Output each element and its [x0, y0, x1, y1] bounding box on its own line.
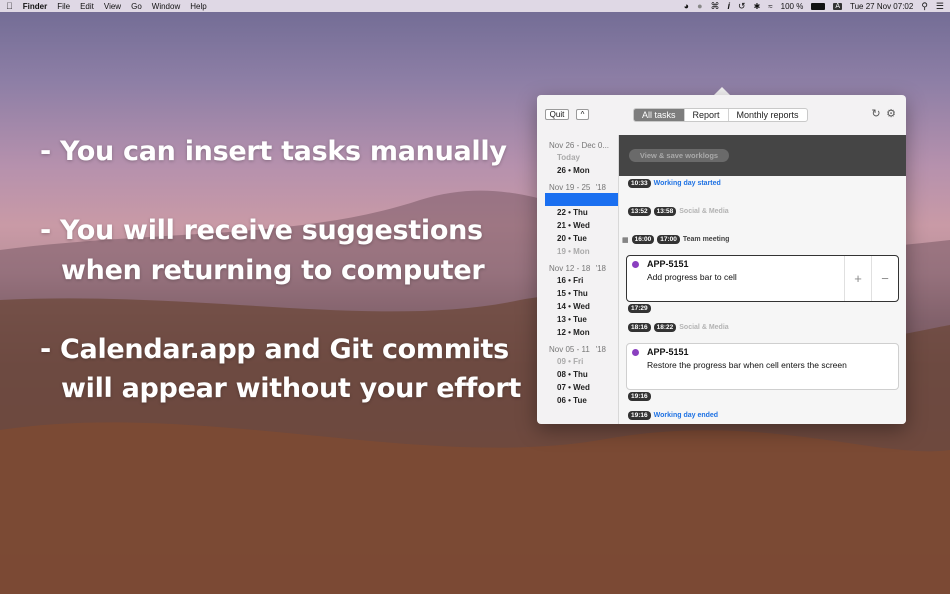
- input-source-icon[interactable]: A: [833, 2, 843, 10]
- time-pill: 19:16: [628, 392, 651, 401]
- day-item[interactable]: 12 • Mon: [545, 326, 618, 339]
- time-pill: 16:00: [631, 235, 655, 244]
- menu-help[interactable]: Help: [190, 2, 206, 11]
- tab-all-tasks[interactable]: All tasks: [634, 109, 684, 121]
- day-item[interactable]: 19 • Mon: [545, 245, 618, 258]
- day-item[interactable]: 20 • Tue: [545, 232, 618, 245]
- spotlight-icon[interactable]: ⚲: [921, 1, 928, 12]
- day-item[interactable]: 16 • Fri: [545, 274, 618, 287]
- task-card[interactable]: APP-5151 Restore the progress bar when c…: [626, 343, 899, 390]
- popover-arrow: [714, 87, 730, 95]
- week-header: Nov 26 - Dec 0...: [549, 141, 610, 150]
- worklog-header: View & save worklogs: [619, 135, 906, 176]
- day-item-today[interactable]: Today: [545, 151, 618, 164]
- app-status-icon[interactable]: ◕: [684, 1, 689, 11]
- decrease-button[interactable]: −: [871, 256, 898, 301]
- globe-icon[interactable]: ●: [697, 1, 702, 11]
- task-key: APP-5151: [647, 347, 689, 357]
- gear-icon[interactable]: ⚙: [885, 108, 897, 120]
- day-item[interactable]: 14 • Wed: [545, 300, 618, 313]
- menu-go[interactable]: Go: [131, 2, 142, 11]
- bluetooth-icon[interactable]: ✱: [754, 2, 761, 11]
- collapse-button[interactable]: ^: [576, 109, 589, 120]
- refresh-icon[interactable]: ↻: [870, 108, 882, 120]
- promo-line-2b: when returning to computer: [61, 255, 485, 286]
- event-day-ended: 19:16 Working day ended: [628, 411, 718, 420]
- week-header: Nov 05 - 11'18: [549, 345, 606, 354]
- day-item[interactable]: 15 • Thu: [545, 287, 618, 300]
- menu-view[interactable]: View: [104, 2, 121, 11]
- day-item[interactable]: 07 • Wed: [545, 381, 618, 394]
- event-label: Social & Media: [679, 208, 729, 215]
- promo-line-2a: - You will receive suggestions: [40, 215, 483, 246]
- task-description: Restore the progress bar when cell enter…: [647, 360, 847, 370]
- week-header: Nov 19 - 25'18: [549, 183, 606, 192]
- time-pill: 10:33: [628, 179, 651, 188]
- battery-text: 100 %: [780, 1, 804, 11]
- time-pill: 18:16: [628, 323, 651, 332]
- day-item-selected[interactable]: [545, 193, 618, 206]
- day-item[interactable]: 22 • Thu: [545, 206, 618, 219]
- time-pill: 13:52: [628, 207, 651, 216]
- day-item[interactable]: 08 • Thu: [545, 368, 618, 381]
- task-color-dot: [632, 261, 639, 268]
- task-key: APP-5151: [647, 259, 689, 269]
- time-pill: 19:16: [628, 411, 651, 420]
- task-color-dot: [632, 349, 639, 356]
- promo-line-3a: - Calendar.app and Git commits: [40, 334, 509, 365]
- notification-center-icon[interactable]: ☰: [936, 1, 944, 12]
- event-end-time: 19:16: [628, 392, 651, 401]
- event-label: Social & Media: [679, 324, 729, 331]
- tab-monthly-reports[interactable]: Monthly reports: [727, 109, 807, 121]
- event-label: Working day ended: [653, 412, 719, 419]
- menu-finder[interactable]: Finder: [23, 2, 47, 11]
- tab-report[interactable]: Report: [683, 109, 728, 121]
- event-label: Working day started: [653, 180, 721, 187]
- timeline: View & save worklogs 10:33 Working day s…: [618, 135, 906, 424]
- view-save-worklogs-button[interactable]: View & save worklogs: [629, 149, 729, 162]
- command-icon[interactable]: ⌘: [711, 1, 720, 12]
- toolbar: Quit ^ All tasks Report Monthly reports …: [537, 95, 906, 135]
- event-meeting[interactable]: ▦ 16:00 17:00 Team meeting: [622, 235, 729, 244]
- calendar-icon: ▦: [622, 236, 629, 244]
- menu-bar:  Finder File Edit View Go Window Help ◕…: [0, 0, 950, 12]
- menu-file[interactable]: File: [57, 2, 70, 11]
- task-card[interactable]: APP-5151 Add progress bar to cell + −: [626, 255, 899, 302]
- event-day-started: 10:33 Working day started: [628, 179, 721, 188]
- day-item[interactable]: 06 • Tue: [545, 394, 618, 407]
- menu-window[interactable]: Window: [152, 2, 180, 11]
- day-item[interactable]: 09 • Fri: [545, 355, 618, 368]
- battery-icon[interactable]: [811, 2, 826, 10]
- week-header: Nov 12 - 18'18: [549, 264, 606, 273]
- clock[interactable]: Tue 27 Nov 07:02: [850, 2, 913, 11]
- day-item[interactable]: 26 • Mon: [545, 164, 618, 177]
- event-social[interactable]: 13:52 13:58 Social & Media: [628, 207, 729, 216]
- event-label: Team meeting: [682, 236, 730, 243]
- time-pill: 17:00: [657, 235, 680, 244]
- day-item[interactable]: 21 • Wed: [545, 219, 618, 232]
- promo-line-1: - You can insert tasks manually: [40, 136, 507, 167]
- time-pill: 18:22: [653, 323, 677, 332]
- apple-icon[interactable]: : [6, 1, 13, 11]
- event-social[interactable]: 18:16 18:22 Social & Media: [628, 323, 729, 332]
- quit-button[interactable]: Quit: [545, 109, 569, 120]
- promo-line-3b: will appear without your effort: [61, 373, 521, 404]
- week-sidebar: Nov 26 - Dec 0... Today 26 • Mon Nov 19 …: [545, 135, 618, 424]
- menu-edit[interactable]: Edit: [80, 2, 94, 11]
- view-tabs: All tasks Report Monthly reports: [633, 108, 808, 122]
- time-pill: 17:29: [628, 304, 651, 313]
- time-pill: 13:58: [653, 207, 677, 216]
- task-description: Add progress bar to cell: [647, 272, 737, 282]
- tracker-popover: Quit ^ All tasks Report Monthly reports …: [537, 95, 906, 424]
- info-icon[interactable]: i: [728, 1, 731, 11]
- wifi-icon[interactable]: ≈: [768, 2, 772, 11]
- day-item[interactable]: 13 • Tue: [545, 313, 618, 326]
- time-machine-icon[interactable]: ↺: [738, 1, 746, 12]
- increase-button[interactable]: +: [844, 256, 871, 301]
- event-gap: 17:29: [628, 304, 651, 313]
